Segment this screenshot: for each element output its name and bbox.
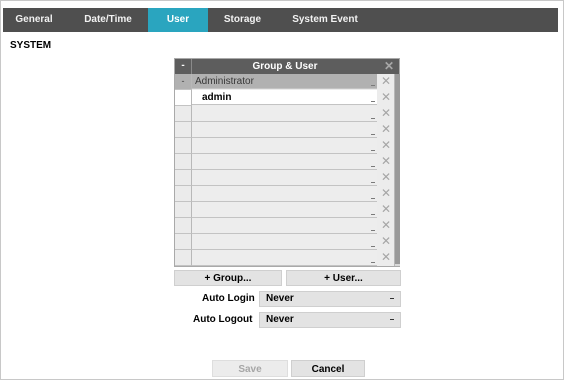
auto-logout-label: Auto Logout [193,314,253,325]
scrollbar-thumb[interactable] [395,74,400,264]
tab-system-event[interactable]: System Event [280,8,370,32]
edit-mark-icon [371,262,375,263]
empty-row[interactable] [175,106,377,122]
section-title: SYSTEM [10,40,52,51]
edit-mark-icon [371,150,375,151]
delete-icon[interactable]: ✕ [378,202,394,218]
edit-mark-icon [371,214,375,215]
empty-row[interactable] [175,218,377,234]
chevron-down-icon [390,298,394,299]
tab-general[interactable]: General [9,8,59,32]
edit-mark-icon [371,134,375,135]
row-name-cell [192,202,377,218]
cancel-button[interactable]: Cancel [291,360,365,377]
save-button[interactable]: Save [212,360,288,377]
group-collapse-toggle[interactable]: - [175,74,192,90]
chevron-down-icon [390,319,394,320]
row-toggle-cell [175,250,192,266]
group-row[interactable]: - Administrator [175,74,377,90]
row-name-cell [192,122,377,138]
row-name-cell [192,106,377,122]
auto-login-select[interactable]: Never [259,291,401,307]
delete-icon[interactable]: ✕ [378,234,394,250]
delete-icon[interactable]: ✕ [378,186,394,202]
edit-mark-icon [371,101,375,102]
delete-icon[interactable]: ✕ [378,90,394,106]
empty-row[interactable] [175,154,377,170]
tab-date-time[interactable]: Date/Time [73,8,143,32]
row-toggle-cell [175,122,192,138]
row-toggle-cell [175,202,192,218]
empty-row[interactable] [175,122,377,138]
delete-icon[interactable]: ✕ [378,106,394,122]
auto-logout-select[interactable]: Never [259,312,401,328]
edit-mark-icon [371,246,375,247]
row-name-cell [192,250,377,266]
row-toggle-cell [175,106,192,122]
delete-icon[interactable]: ✕ [378,250,394,266]
empty-row[interactable] [175,138,377,154]
tab-storage[interactable]: Storage [215,8,270,32]
delete-icon[interactable]: ✕ [378,154,394,170]
row-toggle-cell [175,234,192,250]
row-name-cell [192,218,377,234]
auto-login-value: Never [266,293,294,304]
edit-mark-icon [371,118,375,119]
row-toggle-cell [175,138,192,154]
grid-scrollbar[interactable] [394,74,400,266]
user-name: admin [192,90,377,105]
add-user-button[interactable]: + User... [286,270,401,286]
grid-header: - Group & User ✕ [175,59,399,74]
auto-logout-value: Never [266,314,294,325]
empty-row[interactable] [175,202,377,218]
user-row[interactable]: admin [175,90,377,106]
delete-icon[interactable]: ✕ [378,170,394,186]
add-group-button[interactable]: + Group... [174,270,282,286]
delete-icon[interactable]: ✕ [378,218,394,234]
edit-mark-icon [371,166,375,167]
group-name: Administrator [192,74,377,89]
delete-header-icon: ✕ [383,59,395,73]
edit-mark-icon [371,230,375,231]
row-toggle-cell [175,218,192,234]
auto-login-label: Auto Login [202,293,255,304]
row-name-cell [192,186,377,202]
row-name-cell [192,170,377,186]
row-toggle-cell [175,90,192,106]
tab-user[interactable]: User [148,8,208,32]
row-toggle-cell [175,154,192,170]
empty-row[interactable] [175,186,377,202]
tab-bar: General Date/Time User Storage System Ev… [3,8,558,32]
row-toggle-cell [175,186,192,202]
grid-header-title: Group & User [252,61,318,72]
delete-icon[interactable]: ✕ [378,138,394,154]
group-user-grid: - Group & User ✕ - Administrator ✕ admin… [174,58,400,267]
empty-row[interactable] [175,250,377,266]
row-name-cell [192,138,377,154]
edit-mark-icon [371,182,375,183]
row-name-cell [192,234,377,250]
collapse-all-toggle[interactable]: - [175,59,192,74]
edit-mark-icon [371,85,375,86]
delete-icon[interactable]: ✕ [378,122,394,138]
row-toggle-cell [175,170,192,186]
empty-row[interactable] [175,170,377,186]
delete-icon[interactable]: ✕ [378,74,394,90]
row-name-cell [192,154,377,170]
edit-mark-icon [371,198,375,199]
empty-row[interactable] [175,234,377,250]
